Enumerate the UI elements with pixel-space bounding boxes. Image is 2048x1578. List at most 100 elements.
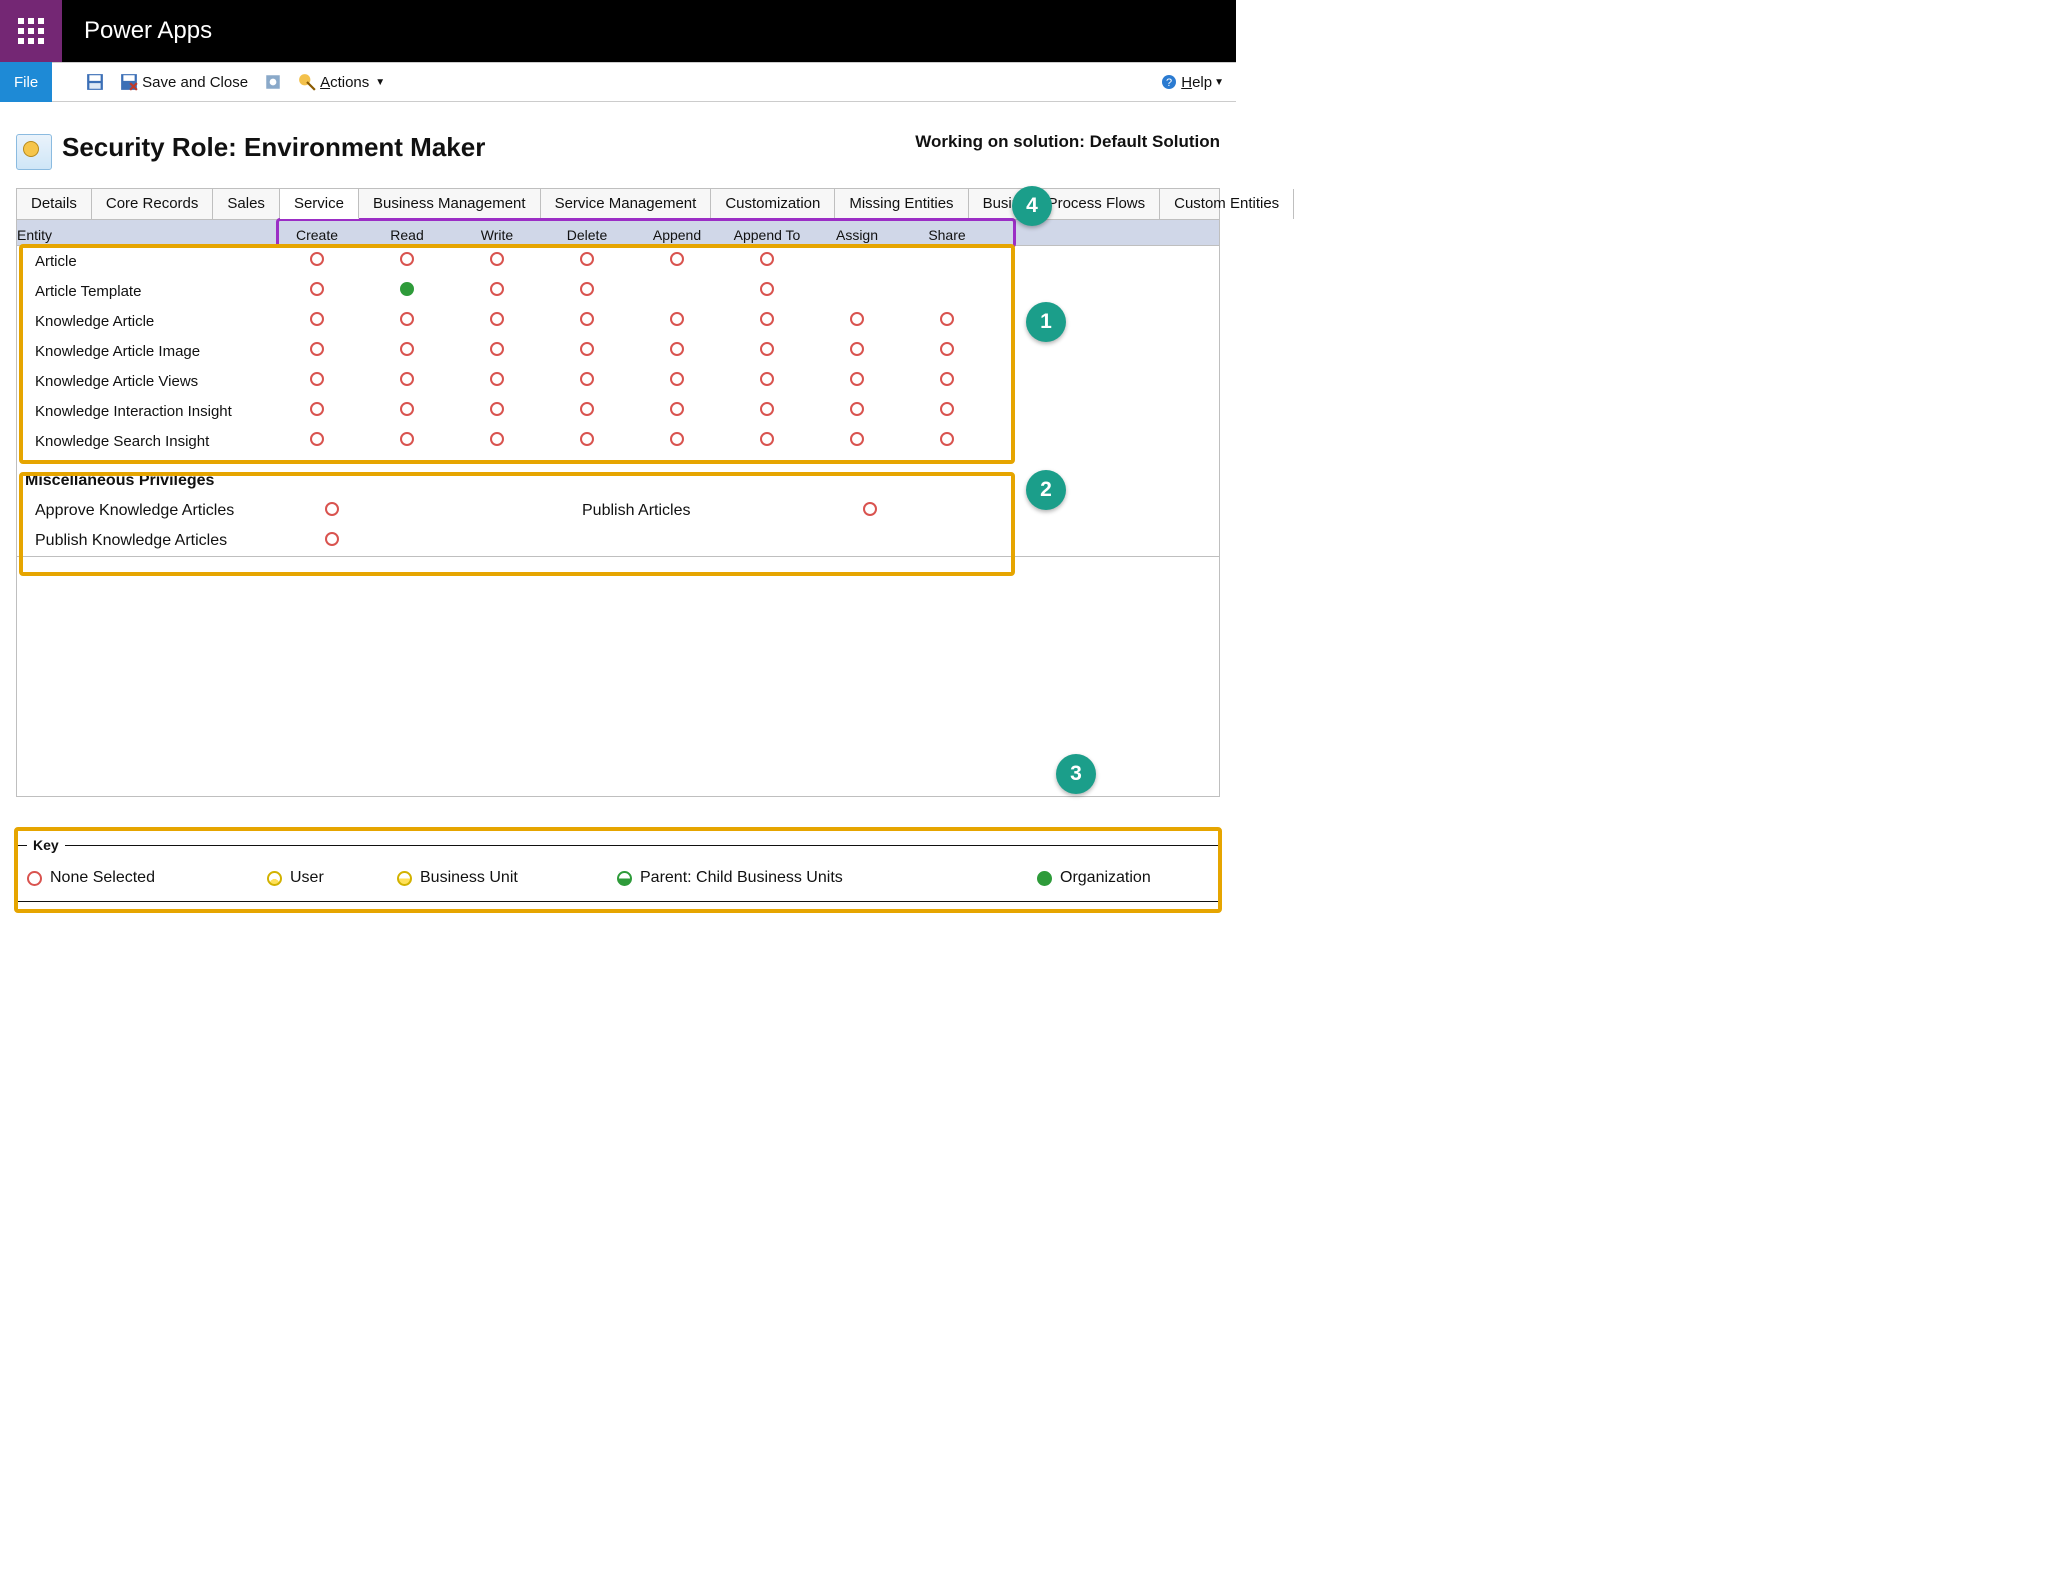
- privilege-toggle[interactable]: [310, 432, 324, 446]
- tab-sales[interactable]: Sales: [213, 189, 280, 219]
- privilege-toggle[interactable]: [940, 312, 954, 326]
- misc-row-label: Publish Knowledge Articles: [17, 532, 312, 550]
- privilege-toggle[interactable]: [850, 402, 864, 416]
- privilege-toggle[interactable]: [760, 252, 774, 266]
- privilege-toggle[interactable]: [310, 372, 324, 386]
- privilege-toggle[interactable]: [325, 532, 339, 546]
- privilege-toggle[interactable]: [490, 432, 504, 446]
- privilege-toggle[interactable]: [940, 372, 954, 386]
- tab-details[interactable]: Details: [17, 189, 92, 219]
- privilege-toggle[interactable]: [760, 312, 774, 326]
- privilege-toggle[interactable]: [490, 372, 504, 386]
- privilege-toggle[interactable]: [310, 402, 324, 416]
- save-and-close-button[interactable]: Save and Close: [112, 62, 256, 102]
- entity-name: Article Template: [17, 283, 272, 300]
- privilege-toggle[interactable]: [400, 282, 414, 296]
- tab-customization[interactable]: Customization: [711, 189, 835, 219]
- privilege-toggle[interactable]: [670, 342, 684, 356]
- privilege-toggle[interactable]: [850, 312, 864, 326]
- privilege-toggle[interactable]: [580, 402, 594, 416]
- privilege-toggle[interactable]: [670, 402, 684, 416]
- brand-label: Power Apps: [62, 0, 234, 62]
- entity-name: Knowledge Article Views: [17, 373, 272, 390]
- privilege-toggle[interactable]: [490, 312, 504, 326]
- grid-header-delete: Delete: [542, 224, 632, 245]
- tab-service[interactable]: Service: [280, 189, 359, 219]
- entity-name: Knowledge Article: [17, 313, 272, 330]
- privilege-toggle[interactable]: [670, 252, 684, 266]
- grid-header-append-to: Append To: [722, 224, 812, 245]
- tab-service-management[interactable]: Service Management: [541, 189, 712, 219]
- privilege-toggle[interactable]: [580, 372, 594, 386]
- privilege-toggle[interactable]: [760, 342, 774, 356]
- privilege-toggle[interactable]: [670, 432, 684, 446]
- privilege-toggle[interactable]: [490, 402, 504, 416]
- privilege-toggle[interactable]: [850, 432, 864, 446]
- entity-name: Knowledge Search Insight: [17, 433, 272, 450]
- annotation-callout-2: 2: [1026, 470, 1066, 510]
- privilege-toggle[interactable]: [310, 252, 324, 266]
- key-user-icon: [267, 871, 282, 886]
- gear-icon: [264, 73, 282, 91]
- help-link[interactable]: ? Help ▼: [1161, 74, 1236, 91]
- privilege-toggle[interactable]: [580, 342, 594, 356]
- save-and-close-label: Save and Close: [142, 74, 248, 91]
- file-button[interactable]: File: [0, 62, 52, 102]
- entity-row: Article: [17, 246, 1219, 276]
- tab-core-records[interactable]: Core Records: [92, 189, 214, 219]
- legend-bu: Business Unit: [420, 869, 518, 887]
- privilege-toggle[interactable]: [490, 282, 504, 296]
- privilege-toggle[interactable]: [310, 282, 324, 296]
- privilege-toggle[interactable]: [400, 342, 414, 356]
- privilege-toggle[interactable]: [490, 252, 504, 266]
- tab-business-management[interactable]: Business Management: [359, 189, 541, 219]
- privilege-toggle[interactable]: [580, 252, 594, 266]
- tab-custom-entities[interactable]: Custom Entities: [1160, 189, 1294, 219]
- tab-business-process-flows[interactable]: Business Process Flows: [969, 189, 1161, 219]
- privilege-toggle[interactable]: [670, 372, 684, 386]
- tool-button-generic[interactable]: [256, 62, 290, 102]
- privilege-toggle[interactable]: [310, 312, 324, 326]
- grid-header-assign: Assign: [812, 224, 902, 245]
- floppy-close-icon: [120, 73, 138, 91]
- misc-row-label: Publish Articles: [582, 502, 691, 520]
- legend-key: Key None Selected User Business Unit Par…: [16, 837, 1220, 902]
- privilege-toggle[interactable]: [400, 402, 414, 416]
- privilege-toggle[interactable]: [400, 372, 414, 386]
- privilege-toggle[interactable]: [940, 432, 954, 446]
- save-button[interactable]: [78, 62, 112, 102]
- privilege-toggle[interactable]: [310, 342, 324, 356]
- privilege-toggle[interactable]: [863, 502, 877, 516]
- privilege-toggle[interactable]: [760, 432, 774, 446]
- privilege-toggle[interactable]: [490, 342, 504, 356]
- privilege-toggle[interactable]: [400, 312, 414, 326]
- privilege-toggle[interactable]: [580, 312, 594, 326]
- entity-row: Knowledge Article Views: [17, 366, 1219, 396]
- privilege-toggle[interactable]: [670, 312, 684, 326]
- entity-name: Article: [17, 253, 272, 270]
- privilege-toggle[interactable]: [400, 252, 414, 266]
- grid-header-append: Append: [632, 224, 722, 245]
- privilege-toggle[interactable]: [940, 402, 954, 416]
- privilege-toggle[interactable]: [760, 402, 774, 416]
- privilege-toggle[interactable]: [580, 432, 594, 446]
- actions-menu[interactable]: Actions ▼: [290, 62, 393, 102]
- privilege-toggle[interactable]: [400, 432, 414, 446]
- privilege-toggle[interactable]: [760, 282, 774, 296]
- legend-none: None Selected: [50, 869, 155, 887]
- legend-user: User: [290, 869, 324, 887]
- key-bu-icon: [397, 871, 412, 886]
- privilege-toggle[interactable]: [760, 372, 774, 386]
- privilege-toggle[interactable]: [580, 282, 594, 296]
- privilege-toggle[interactable]: [850, 372, 864, 386]
- help-label: Help: [1181, 74, 1212, 91]
- solution-label: Working on solution: Default Solution: [915, 132, 1220, 152]
- app-launcher-button[interactable]: [0, 0, 62, 62]
- toolbar: File Save and Close Actions ▼ ? Help ▼: [0, 62, 1236, 102]
- privilege-toggle[interactable]: [940, 342, 954, 356]
- annotation-callout-3: 3: [1056, 754, 1096, 794]
- privilege-toggle[interactable]: [325, 502, 339, 516]
- tab-missing-entities[interactable]: Missing Entities: [835, 189, 968, 219]
- privilege-toggle[interactable]: [850, 342, 864, 356]
- entity-row: Knowledge Search Insight: [17, 426, 1219, 456]
